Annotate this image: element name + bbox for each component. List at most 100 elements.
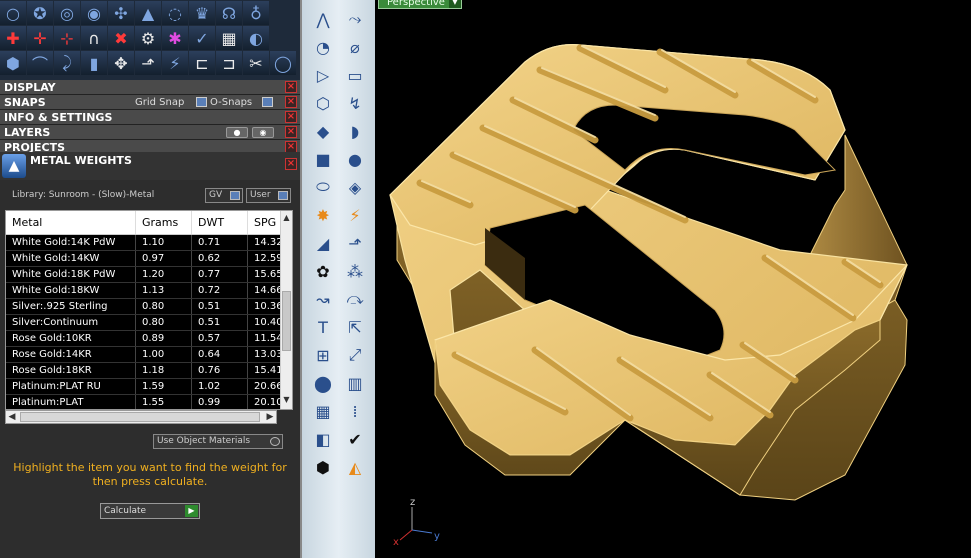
modeling-tool-icon[interactable]: ⁞ [342,398,368,424]
modeling-tool-icon[interactable]: T [310,314,336,340]
scroll-up-icon[interactable]: ▲ [281,213,292,225]
modeling-tool-icon[interactable]: ⬤ [310,370,336,396]
toolbar-tool-icon[interactable]: ☊ [216,1,242,25]
modeling-tool-icon[interactable]: ◆ [310,118,336,144]
toolbar-tool-icon[interactable]: ◌ [162,1,188,25]
toolbar-tool-icon[interactable]: ⌒ [27,51,53,75]
use-object-materials-radio[interactable] [270,437,280,446]
toolbar-tool-icon[interactable]: ⬏ [135,51,161,75]
table-row[interactable]: White Gold:14KW 0.97 0.62 12.59 [6,251,282,267]
close-layers-button[interactable]: × [285,126,297,138]
toolbar-tool-icon[interactable]: ✓ [189,26,215,50]
toolbar-tool-icon[interactable]: ✪ [27,1,53,25]
modeling-tool-icon[interactable]: ⬢ [310,454,336,480]
close-metal-weights-button[interactable]: × [285,158,297,170]
toolbar-tool-icon[interactable]: ✂ [243,51,269,75]
modeling-tool-icon[interactable]: ✔ [342,426,368,452]
toolbar-tool-icon[interactable]: ⊐ [216,51,242,75]
vertical-scroll-thumb[interactable] [282,291,291,351]
modeling-tool-icon[interactable]: ▥ [342,370,368,396]
table-row[interactable]: Rose Gold:10KR 0.89 0.57 11.54 [6,331,282,347]
modeling-tool-icon[interactable]: ⬭ [310,174,336,200]
modeling-tool-icon[interactable]: ⤳ [342,6,368,32]
toolbar-tool-icon[interactable]: ▮ [81,51,107,75]
scroll-down-icon[interactable]: ▼ [281,395,292,407]
column-header-grams[interactable]: Grams [136,211,192,234]
table-row[interactable]: Rose Gold:18KR 1.18 0.76 15.41 [6,363,282,379]
modeling-tool-icon[interactable]: ▭ [342,62,368,88]
scroll-left-icon[interactable]: ◀ [6,411,18,423]
gv-toggle[interactable]: GV [205,188,243,203]
modeling-tool-icon[interactable]: ▦ [310,398,336,424]
use-object-materials-toggle[interactable]: Use Object Materials [153,434,283,449]
modeling-tool-icon[interactable]: ⤢ [342,342,368,368]
modeling-tool-icon[interactable]: ⬡ [310,90,336,116]
horizontal-scroll-thumb[interactable] [20,412,260,422]
table-row[interactable]: White Gold:18K PdW 1.20 0.77 15.65 [6,267,282,283]
toolbar-tool-icon[interactable]: ✣ [108,1,134,25]
toolbar-tool-icon[interactable]: ⬢ [0,51,26,75]
modeling-tool-icon[interactable]: ✸ [310,202,336,228]
user-checkbox[interactable] [278,191,288,200]
play-icon[interactable]: ▶ [185,505,198,517]
column-header-dwt[interactable]: DWT [192,211,248,234]
modeling-tool-icon[interactable]: ◈ [342,174,368,200]
modeling-tool-icon[interactable]: ◗ [342,118,368,144]
3d-model[interactable] [375,0,971,558]
modeling-tool-icon[interactable]: ⚡ [342,202,368,228]
modeling-tool-icon[interactable]: ⌀ [342,34,368,60]
toolbar-tool-icon[interactable]: ∩ [81,26,107,50]
table-row[interactable]: Platinum:PLAT 1.55 0.99 20.10 [6,395,282,409]
modeling-tool-icon[interactable]: ■ [310,146,336,172]
grid-snap-toggle[interactable] [196,97,207,107]
toolbar-tool-icon[interactable]: ⚙ [135,26,161,50]
modeling-tool-icon[interactable]: ● [342,146,368,172]
display-section-header[interactable]: DISPLAY × [0,80,300,95]
toolbar-tool-icon[interactable]: ⊹ [54,26,80,50]
toolbar-tool-icon[interactable]: ✖ [108,26,134,50]
modeling-tool-icon[interactable]: ⊞ [310,342,336,368]
table-row[interactable]: White Gold:18KW 1.13 0.72 14.66 [6,283,282,299]
modeling-tool-icon[interactable]: ✿ [310,258,336,284]
modeling-tool-icon[interactable]: ⤼ [342,286,368,312]
toolbar-tool-icon[interactable]: ♛ [189,1,215,25]
close-display-button[interactable]: × [285,81,297,93]
o-snaps-toggle[interactable] [262,97,273,107]
modeling-tool-icon[interactable]: ↯ [342,90,368,116]
toolbar-tool-icon[interactable]: ✚ [0,26,26,50]
toolbar-tool-icon[interactable]: ✱ [162,26,188,50]
modeling-tool-icon[interactable]: ◢ [310,230,336,256]
table-row[interactable]: Platinum:PLAT RU 1.59 1.02 20.66 [6,379,282,395]
toolbar-tool-icon[interactable]: ◐ [243,26,269,50]
toolbar-tool-icon[interactable]: ◯ [270,51,296,75]
modeling-tool-icon[interactable]: ◭ [342,454,368,480]
user-toggle[interactable]: User [246,188,291,203]
horizontal-scrollbar[interactable]: ◀ ▶ [5,410,277,424]
column-header-metal[interactable]: Metal [6,211,136,234]
table-row[interactable]: White Gold:14K PdW 1.10 0.71 14.32 [6,235,282,251]
toolbar-tool-icon[interactable]: ▦ [216,26,242,50]
table-row[interactable]: Silver:Continuum 0.80 0.51 10.40 [6,315,282,331]
toolbar-tool-icon[interactable]: ◉ [81,1,107,25]
modeling-tool-icon[interactable]: ◔ [310,34,336,60]
toolbar-tool-icon[interactable]: ⤸ [54,51,80,75]
snaps-section-header[interactable]: SNAPS Grid Snap O-Snaps × [0,95,300,110]
modeling-tool-icon[interactable]: ↝ [310,286,336,312]
toolbar-tool-icon[interactable]: ♁ [243,1,269,25]
table-row[interactable]: Silver:.925 Sterling 0.80 0.51 10.36 [6,299,282,315]
modeling-tool-icon[interactable]: ▷ [310,62,336,88]
toolbar-tool-icon[interactable]: ○ [0,1,26,25]
modeling-tool-icon[interactable]: ◧ [310,426,336,452]
toolbar-tool-icon[interactable]: ⚡ [162,51,188,75]
eye-icon[interactable]: ◉ [252,127,274,138]
column-header-spg[interactable]: SPG [248,211,282,234]
calculate-button[interactable]: Calculate ▶ [100,503,200,519]
vertical-scrollbar[interactable]: ▲ ▼ [280,211,292,409]
toolbar-tool-icon[interactable]: ▲ [135,1,161,25]
toolbar-tool-icon[interactable]: ✥ [108,51,134,75]
close-info-button[interactable]: × [285,111,297,123]
layers-section-header[interactable]: LAYERS ● ◉ × [0,125,300,140]
layer-visibility-icon[interactable]: ● [226,127,248,138]
gv-checkbox[interactable] [230,191,240,200]
toolbar-tool-icon[interactable]: ◎ [54,1,80,25]
